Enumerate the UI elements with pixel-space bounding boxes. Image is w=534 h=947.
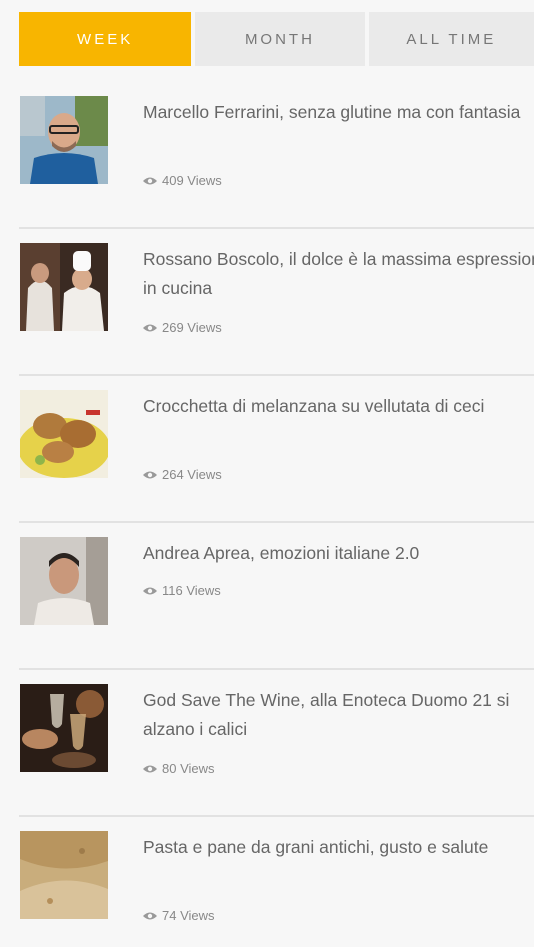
view-count: 80 Views bbox=[143, 761, 215, 776]
post-thumbnail[interactable] bbox=[20, 96, 108, 184]
view-count: 116 Views bbox=[143, 583, 221, 598]
view-count-label: 264 Views bbox=[162, 467, 222, 482]
eye-icon bbox=[143, 471, 157, 478]
view-count: 269 Views bbox=[143, 320, 222, 335]
tab-week[interactable]: WEEK bbox=[19, 12, 192, 66]
view-count: 409 Views bbox=[143, 173, 222, 188]
view-count-label: 116 Views bbox=[162, 583, 221, 598]
view-count-label: 74 Views bbox=[162, 908, 215, 923]
popular-posts-widget: WEEK MONTH ALL TIME Marcello Ferrarini, … bbox=[19, 12, 534, 947]
eye-icon bbox=[143, 177, 157, 184]
post-thumbnail[interactable] bbox=[20, 831, 108, 919]
list-item: Marcello Ferrarini, senza glutine ma con… bbox=[19, 82, 534, 229]
list-item: God Save The Wine, alla Enoteca Duomo 21… bbox=[19, 670, 534, 817]
view-count-label: 80 Views bbox=[162, 761, 215, 776]
post-title-link[interactable]: Pasta e pane da grani antichi, gusto e s… bbox=[143, 833, 534, 862]
post-thumbnail[interactable] bbox=[20, 390, 108, 478]
eye-icon bbox=[143, 324, 157, 331]
post-title-link[interactable]: Crocchetta di melanzana su vellutata di … bbox=[143, 392, 534, 421]
post-title-link[interactable]: Andrea Aprea, emozioni italiane 2.0 bbox=[143, 539, 534, 568]
post-title-link[interactable]: God Save The Wine, alla Enoteca Duomo 21… bbox=[143, 686, 534, 744]
list-item: Crocchetta di melanzana su vellutata di … bbox=[19, 376, 534, 523]
post-thumbnail[interactable] bbox=[20, 537, 108, 625]
list-item: Andrea Aprea, emozioni italiane 2.0 116 … bbox=[19, 523, 534, 670]
list-item: Rossano Boscolo, il dolce è la massima e… bbox=[19, 229, 534, 376]
eye-icon bbox=[143, 912, 157, 919]
post-thumbnail[interactable] bbox=[20, 243, 108, 331]
eye-icon bbox=[143, 765, 157, 772]
tab-all-time[interactable]: ALL TIME bbox=[368, 12, 534, 66]
post-title-link[interactable]: Rossano Boscolo, il dolce è la massima e… bbox=[143, 245, 534, 303]
view-count: 74 Views bbox=[143, 908, 215, 923]
tab-month[interactable]: MONTH bbox=[195, 12, 365, 66]
post-list: Marcello Ferrarini, senza glutine ma con… bbox=[19, 82, 534, 947]
view-count-label: 409 Views bbox=[162, 173, 222, 188]
list-item: Pasta e pane da grani antichi, gusto e s… bbox=[19, 817, 534, 947]
period-tabs: WEEK MONTH ALL TIME bbox=[19, 12, 534, 66]
post-thumbnail[interactable] bbox=[20, 684, 108, 772]
view-count-label: 269 Views bbox=[162, 320, 222, 335]
post-title-link[interactable]: Marcello Ferrarini, senza glutine ma con… bbox=[143, 98, 534, 127]
eye-icon bbox=[143, 587, 157, 594]
view-count: 264 Views bbox=[143, 467, 222, 482]
